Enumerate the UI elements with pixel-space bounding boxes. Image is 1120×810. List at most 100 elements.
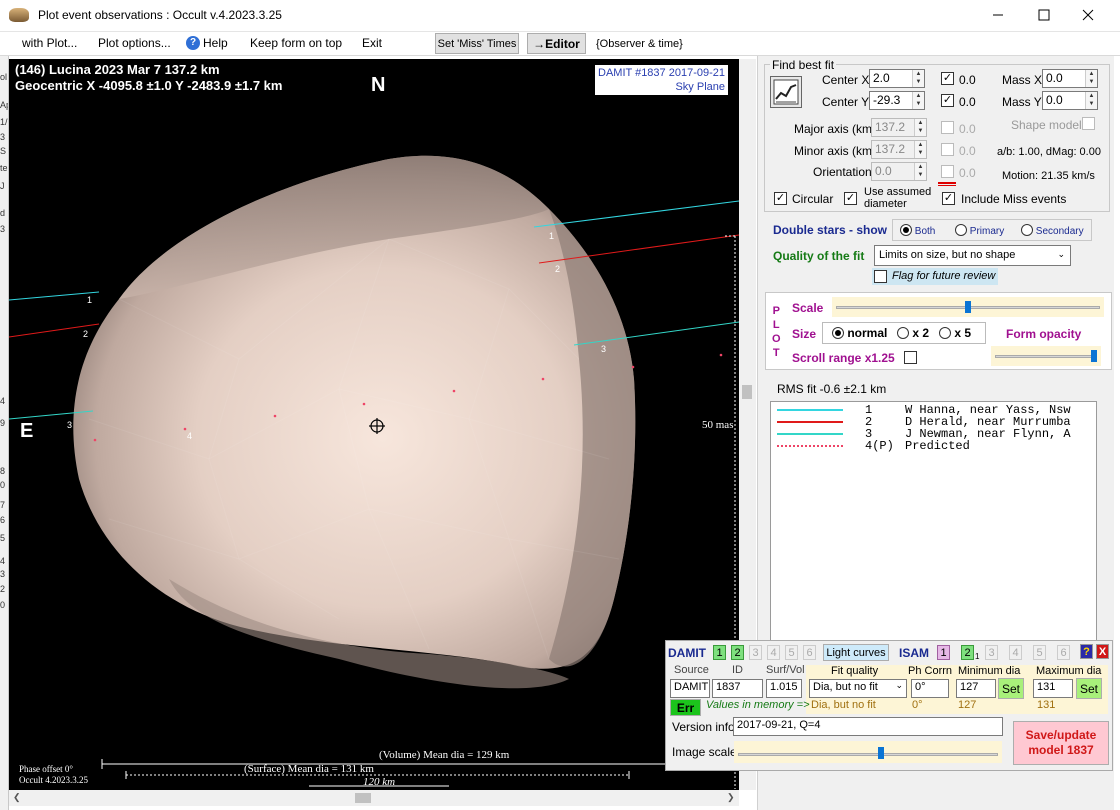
vertical-scroll-thumb[interactable]	[742, 385, 752, 399]
menu-help[interactable]: ? Help	[186, 36, 228, 50]
ph-corrn-field[interactable]: 0°	[911, 679, 949, 698]
menu-plot-options[interactable]: Plot options...	[98, 36, 171, 50]
orientation-line-icon	[938, 182, 956, 186]
double-both-option[interactable]: Both	[900, 224, 935, 237]
circular-checkbox[interactable]: ✓	[774, 192, 787, 205]
isam-model-button[interactable]: 4	[1009, 645, 1022, 660]
flag-review-checkbox[interactable]	[874, 270, 887, 283]
editor-button[interactable]: →Editor	[527, 33, 586, 54]
isam-model-button[interactable]: 3	[985, 645, 998, 660]
use-assumed-checkbox[interactable]: ✓	[844, 192, 857, 205]
isam-model-button[interactable]: 5	[1033, 645, 1046, 660]
save-update-button[interactable]: Save/update model 1837	[1013, 721, 1109, 765]
close-icon[interactable]	[1080, 8, 1096, 22]
scroll-right-icon[interactable]: ❯	[727, 792, 735, 803]
circular-label: Circular	[792, 192, 834, 206]
menu-keep-form[interactable]: Keep form on top	[250, 36, 342, 50]
chord-label: 2	[83, 329, 88, 339]
find-fit-button[interactable]	[770, 76, 802, 108]
background-strip-text: 8	[0, 466, 6, 476]
center-x-input[interactable]: 2.0 ▲ ▼	[869, 69, 925, 88]
set-miss-times-button[interactable]: Set 'Miss' Times	[435, 33, 519, 54]
light-curves-button[interactable]: Light curves	[823, 644, 889, 661]
mem-fit-quality: Dia, but no fit	[811, 699, 876, 711]
include-miss-checkbox[interactable]: ✓	[942, 192, 955, 205]
major-axis-checkbox[interactable]	[941, 121, 954, 134]
menu-exit[interactable]: Exit	[362, 36, 382, 50]
legend-number: 4(P)	[865, 439, 894, 453]
major-axis-spinner[interactable]: ▲ ▼	[914, 119, 926, 136]
version-info-field[interactable]: 2017-09-21, Q=4	[733, 717, 1003, 736]
opacity-slider-thumb[interactable]	[1091, 350, 1097, 362]
damit-model-button[interactable]: 3	[749, 645, 762, 660]
size-x5-option[interactable]: x 5	[939, 326, 971, 340]
shape-model-checkbox[interactable]	[1082, 117, 1095, 130]
damit-model-button[interactable]: 5	[785, 645, 798, 660]
double-secondary-option[interactable]: Secondary	[1021, 224, 1084, 237]
minor-axis-input[interactable]: 137.2 ▲ ▼	[871, 140, 927, 159]
damit-model-button[interactable]: 2	[731, 645, 744, 660]
scale-label: Scale	[792, 301, 824, 315]
maximize-icon[interactable]	[1036, 8, 1052, 22]
menu-with-plot[interactable]: with Plot...	[22, 36, 77, 50]
orientation-checkbox[interactable]	[941, 165, 954, 178]
double-primary-radio[interactable]	[955, 224, 967, 236]
surfvol-field[interactable]: 1.015	[766, 679, 802, 698]
id-field[interactable]: 1837	[712, 679, 763, 698]
max-dia-set-button[interactable]: Set	[1076, 678, 1102, 699]
orientation-input[interactable]: 0.0 ▲ ▼	[871, 162, 927, 181]
size-x2-option[interactable]: x 2	[897, 326, 929, 340]
damit-model-button[interactable]: 1	[713, 645, 726, 660]
center-x-checkbox[interactable]: ✓	[941, 72, 954, 85]
center-y-spinner[interactable]: ▲ ▼	[912, 92, 924, 109]
mass-x-spinner[interactable]: ▲ ▼	[1085, 70, 1097, 87]
double-both-radio[interactable]	[900, 224, 912, 236]
double-secondary-radio[interactable]	[1021, 224, 1033, 236]
minimize-icon[interactable]	[990, 8, 1006, 22]
source-field[interactable]: DAMIT	[670, 679, 710, 698]
scale-slider[interactable]	[832, 297, 1104, 317]
image-scale-slider[interactable]	[734, 741, 1002, 763]
mass-y-spinner[interactable]: ▲ ▼	[1085, 92, 1097, 109]
help-icon[interactable]: ?	[1080, 644, 1093, 659]
double-primary-option[interactable]: Primary	[955, 224, 1004, 237]
minor-axis-spinner[interactable]: ▲ ▼	[914, 141, 926, 158]
quality-select[interactable]: Limits on size, but no shape ⌄	[874, 245, 1071, 266]
min-dia-field[interactable]: 127	[956, 679, 996, 698]
opacity-slider[interactable]	[991, 346, 1101, 366]
size-x2-radio[interactable]	[897, 327, 909, 339]
isam-model-button[interactable]: 6	[1057, 645, 1070, 660]
mass-x-input[interactable]: 0.0 ▲ ▼	[1042, 69, 1098, 88]
fit-quality-select[interactable]: Dia, but no fit ⌄	[809, 679, 907, 698]
mass-y-input[interactable]: 0.0 ▲ ▼	[1042, 91, 1098, 110]
close-icon[interactable]: X	[1096, 644, 1109, 659]
scroll-range-checkbox[interactable]	[904, 351, 917, 364]
center-x-spinner[interactable]: ▲ ▼	[912, 70, 924, 87]
horizontal-scroll-thumb[interactable]	[355, 793, 371, 803]
center-y-checkbox[interactable]: ✓	[941, 94, 954, 107]
isam-model-button[interactable]: 1	[937, 645, 950, 660]
max-dia-field[interactable]: 131	[1033, 679, 1073, 698]
min-dia-set-button[interactable]: Set	[998, 678, 1024, 699]
size-normal-option[interactable]: normal	[832, 326, 887, 340]
plot-area[interactable]: 1 2 3 1 2 3 4 (146) Lucina 2023 Mar 7 137.2 km…	[9, 59, 739, 790]
isam-model-button[interactable]: 2	[961, 645, 974, 660]
scale-slider-thumb[interactable]	[965, 301, 971, 313]
flag-review-area[interactable]: Flag for future review	[872, 268, 998, 285]
observer-time-menu[interactable]: {Observer & time}	[596, 38, 683, 50]
damit-model-button[interactable]: 6	[803, 645, 816, 660]
plot-horizontal-scrollbar[interactable]: ❮ ❯	[9, 790, 739, 806]
center-y-input[interactable]: -29.3 ▲ ▼	[869, 91, 925, 110]
image-scale-thumb[interactable]	[878, 747, 884, 759]
minor-axis-checkbox[interactable]	[941, 143, 954, 156]
damit-model-button[interactable]: 4	[767, 645, 780, 660]
major-axis-input[interactable]: 137.2 ▲ ▼	[871, 118, 927, 137]
size-normal-label: normal	[847, 326, 888, 340]
orientation-spinner[interactable]: ▲ ▼	[914, 163, 926, 180]
include-miss-label: Include Miss events	[961, 192, 1067, 206]
size-normal-radio[interactable]	[832, 327, 844, 339]
size-x5-radio[interactable]	[939, 327, 951, 339]
err-button[interactable]: Err	[670, 699, 701, 716]
scroll-left-icon[interactable]: ❮	[13, 792, 21, 803]
plot-title-line1: (146) Lucina 2023 Mar 7 137.2 km	[15, 62, 220, 77]
